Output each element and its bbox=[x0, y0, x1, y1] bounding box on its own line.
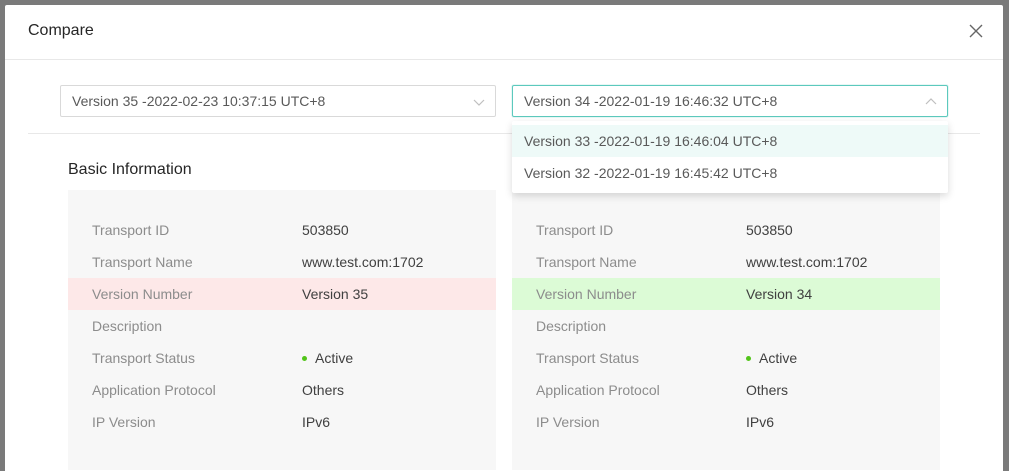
field-label: IP Version bbox=[92, 414, 156, 430]
dropdown-option-version-33[interactable]: Version 33 -2022-01-19 16:46:04 UTC+8 bbox=[512, 125, 948, 157]
dropdown-option-version-32[interactable]: Version 32 -2022-01-19 16:45:42 UTC+8 bbox=[512, 157, 948, 189]
version-select-left[interactable]: Version 35 -2022-02-23 10:37:15 UTC+8 bbox=[60, 85, 496, 117]
field-label: Application Protocol bbox=[536, 382, 660, 398]
status-value: Active bbox=[302, 342, 353, 374]
field-label: Transport Name bbox=[536, 254, 637, 270]
field-value: Others bbox=[302, 382, 345, 398]
status-value: Active bbox=[746, 342, 797, 374]
version-select-right-value: Version 34 -2022-01-19 16:46:32 UTC+8 bbox=[524, 93, 778, 109]
row-transport-id: Transport ID 503850 bbox=[512, 214, 940, 246]
field-label: Transport Status bbox=[92, 350, 195, 366]
field-value: 503850 bbox=[302, 222, 349, 238]
version-dropdown-menu: Version 33 -2022-01-19 16:46:04 UTC+8 Ve… bbox=[512, 121, 948, 193]
field-label: Transport Name bbox=[92, 254, 193, 270]
status-dot-icon bbox=[302, 355, 307, 361]
field-value: Version 34 bbox=[746, 286, 813, 302]
status-text: Active bbox=[315, 350, 354, 366]
field-value: www.test.com:1702 bbox=[746, 254, 868, 270]
status-text: Active bbox=[759, 350, 798, 366]
field-label: Description bbox=[536, 318, 607, 334]
field-label: Transport ID bbox=[92, 222, 170, 238]
field-label: Description bbox=[92, 318, 163, 334]
field-value: 503850 bbox=[746, 222, 793, 238]
row-ip-version: IP Version IPv6 bbox=[512, 406, 940, 438]
row-transport-status: Transport Status Active bbox=[512, 342, 940, 374]
modal-title: Compare bbox=[28, 22, 94, 39]
row-application-protocol: Application Protocol Others bbox=[512, 374, 940, 406]
row-description: Description bbox=[512, 310, 940, 342]
field-value: IPv6 bbox=[746, 414, 775, 430]
chevron-down-icon bbox=[473, 99, 485, 106]
row-version-number-diff: Version Number Version 35 bbox=[68, 278, 496, 310]
field-value: Version 35 bbox=[302, 286, 369, 302]
chevron-up-icon bbox=[925, 98, 937, 105]
row-transport-name: Transport Name www.test.com:1702 bbox=[512, 246, 940, 278]
compare-modal: Compare Version 35 -2022-02-23 10:37:15 … bbox=[5, 5, 1003, 471]
version-select-right[interactable]: Version 34 -2022-01-19 16:46:32 UTC+8 bbox=[512, 85, 948, 117]
version-select-left-value: Version 35 -2022-02-23 10:37:15 UTC+8 bbox=[72, 93, 326, 109]
row-transport-name: Transport Name www.test.com:1702 bbox=[68, 246, 496, 278]
version-panel-right: Transport ID 503850 Transport Name www.t… bbox=[512, 190, 940, 470]
status-dot-icon bbox=[746, 355, 751, 361]
close-button[interactable] bbox=[968, 23, 984, 39]
field-label: Transport ID bbox=[536, 222, 614, 238]
section-title: Basic Information bbox=[68, 161, 192, 178]
field-value: Others bbox=[746, 382, 789, 398]
field-value: www.test.com:1702 bbox=[302, 254, 424, 270]
field-label: Application Protocol bbox=[92, 382, 216, 398]
close-icon bbox=[969, 24, 983, 38]
field-label: IP Version bbox=[536, 414, 600, 430]
field-value: IPv6 bbox=[302, 414, 331, 430]
row-description: Description bbox=[68, 310, 496, 342]
modal-header: Compare bbox=[5, 5, 1003, 60]
field-label: Transport Status bbox=[536, 350, 639, 366]
row-ip-version: IP Version IPv6 bbox=[68, 406, 496, 438]
field-label: Version Number bbox=[536, 286, 637, 302]
version-panel-left: Transport ID 503850 Transport Name www.t… bbox=[68, 190, 496, 470]
row-transport-id: Transport ID 503850 bbox=[68, 214, 496, 246]
row-transport-status: Transport Status Active bbox=[68, 342, 496, 374]
row-application-protocol: Application Protocol Others bbox=[68, 374, 496, 406]
field-label: Version Number bbox=[92, 286, 193, 302]
row-version-number-diff: Version Number Version 34 bbox=[512, 278, 940, 310]
